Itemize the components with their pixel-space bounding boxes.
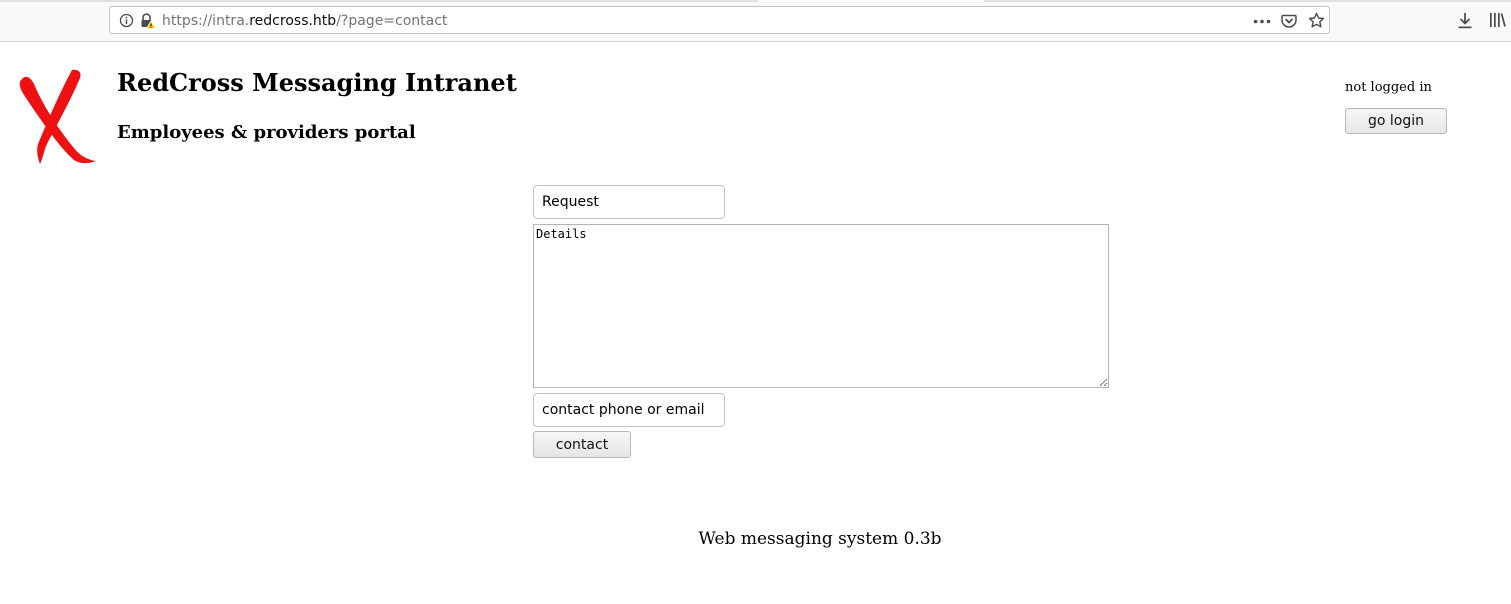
info-icon[interactable] [119, 13, 134, 28]
url-text[interactable]: https://intra.redcross.htb/?page=contact [162, 13, 447, 29]
insecure-lock-icon[interactable] [139, 12, 156, 29]
tab-strip-edge [984, 0, 1511, 2]
pocket-icon[interactable] [1281, 13, 1297, 29]
url-prefix: https://intra. [162, 13, 250, 29]
tab-strip-edge [0, 0, 758, 2]
address-bar[interactable]: https://intra.redcross.htb/?page=contact [109, 6, 1330, 34]
red-cross-x-logo-icon [19, 69, 97, 164]
more-actions-icon[interactable] [1253, 19, 1271, 24]
request-input[interactable] [533, 185, 725, 219]
login-status: not logged in [1345, 80, 1432, 95]
download-icon[interactable] [1457, 12, 1473, 29]
browser-toolbar: https://intra.redcross.htb/?page=contact [0, 0, 1511, 42]
contact-submit-button[interactable]: contact [533, 431, 631, 458]
details-textarea[interactable] [533, 224, 1109, 388]
go-login-button[interactable]: go login [1345, 108, 1447, 134]
contact-input[interactable] [533, 393, 725, 427]
version-footer: Web messaging system 0.3b [698, 529, 942, 549]
url-host: redcross.htb [249, 13, 337, 29]
site-title: RedCross Messaging Intranet [117, 68, 517, 97]
url-path: /?page=contact [336, 13, 448, 29]
library-icon[interactable] [1489, 12, 1506, 28]
site-subtitle: Employees & providers portal [117, 122, 416, 143]
page-content: RedCross Messaging Intranet Employees & … [0, 42, 1511, 604]
bookmark-star-icon[interactable] [1308, 12, 1325, 29]
